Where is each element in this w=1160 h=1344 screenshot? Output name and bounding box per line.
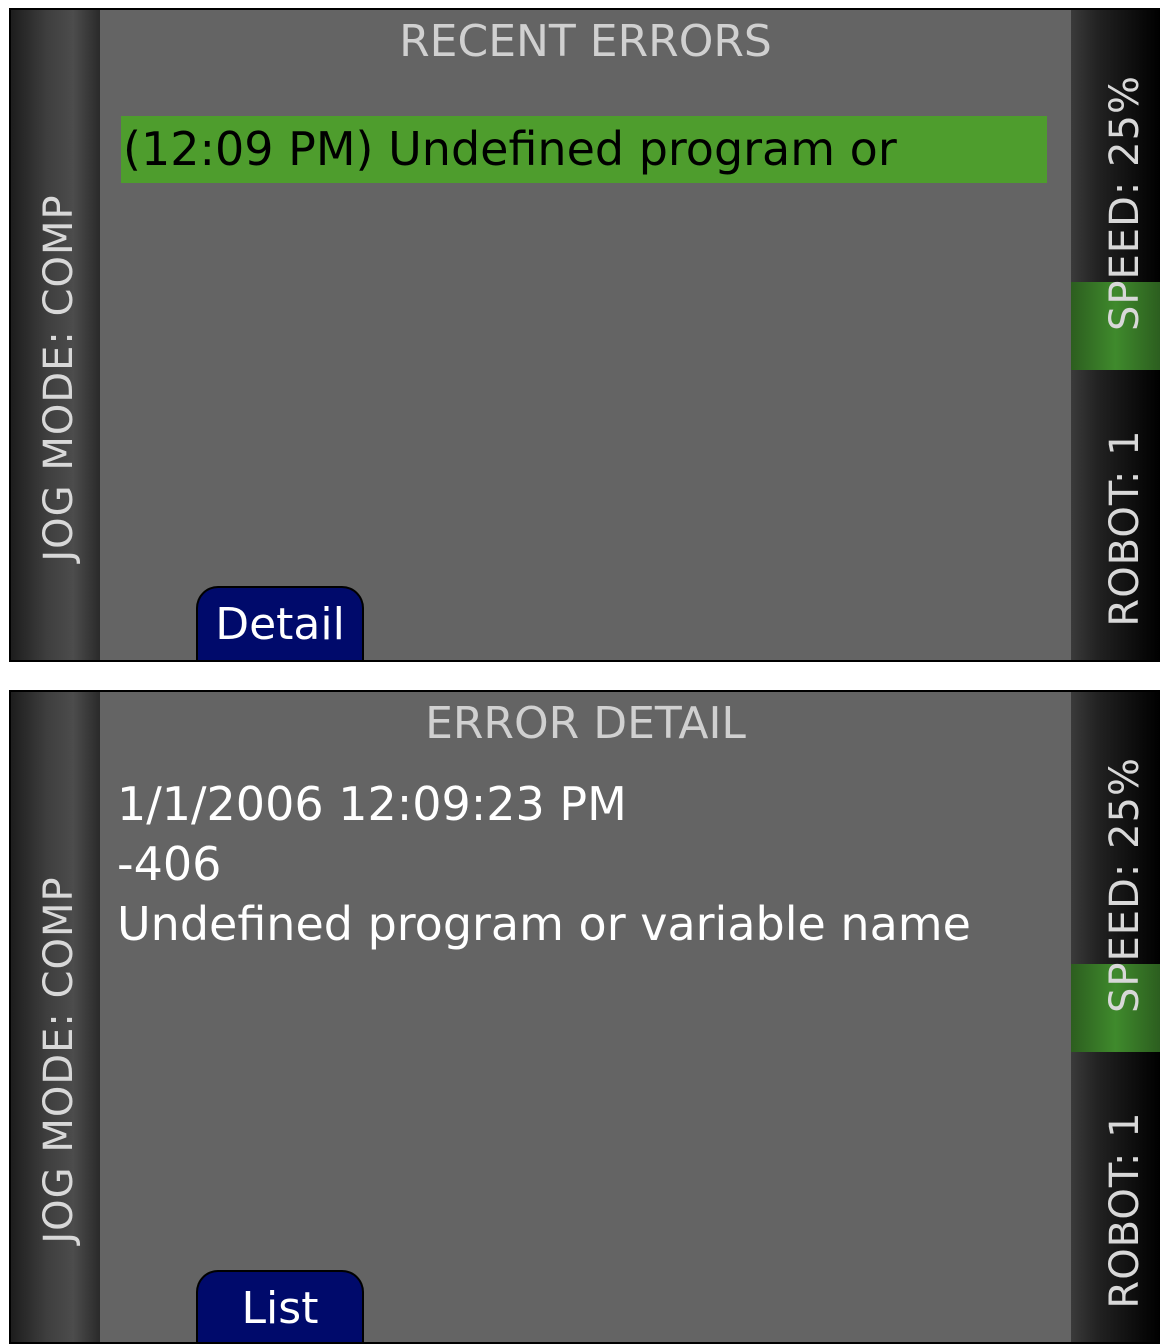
- list-button[interactable]: List: [196, 1270, 364, 1342]
- error-code: -406: [117, 837, 222, 891]
- status-bar: SPEED: 25% ROBOT: 1: [1071, 692, 1160, 1342]
- jog-mode-label: JOG MODE: COMP: [36, 194, 82, 562]
- detail-button[interactable]: Detail: [196, 586, 364, 660]
- speed-label[interactable]: SPEED: 25%: [1102, 75, 1148, 331]
- error-message: Undefined program or variable name: [117, 897, 971, 951]
- speed-label[interactable]: SPEED: 25%: [1102, 757, 1148, 1013]
- jog-mode-bar[interactable]: JOG MODE: COMP: [11, 10, 100, 660]
- jog-mode-label: JOG MODE: COMP: [36, 876, 82, 1244]
- error-detail-screen: JOG MODE: COMP ERROR DETAIL 1/1/2006 12:…: [9, 690, 1160, 1344]
- error-list-item[interactable]: (12:09 PM) Undefined program or: [121, 116, 1047, 183]
- robot-label[interactable]: ROBOT: 1: [1102, 1111, 1148, 1308]
- error-detail-text: 1/1/2006 12:09:23 PM -406 Undefined prog…: [117, 774, 971, 954]
- recent-errors-screen: JOG MODE: COMP RECENT ERRORS (12:09 PM) …: [9, 8, 1160, 662]
- jog-mode-bar[interactable]: JOG MODE: COMP: [11, 692, 100, 1342]
- page-title: ERROR DETAIL: [425, 698, 746, 749]
- robot-label[interactable]: ROBOT: 1: [1102, 429, 1148, 626]
- page-title: RECENT ERRORS: [399, 16, 772, 67]
- status-bar: SPEED: 25% ROBOT: 1: [1071, 10, 1160, 660]
- error-timestamp: 1/1/2006 12:09:23 PM: [117, 777, 627, 831]
